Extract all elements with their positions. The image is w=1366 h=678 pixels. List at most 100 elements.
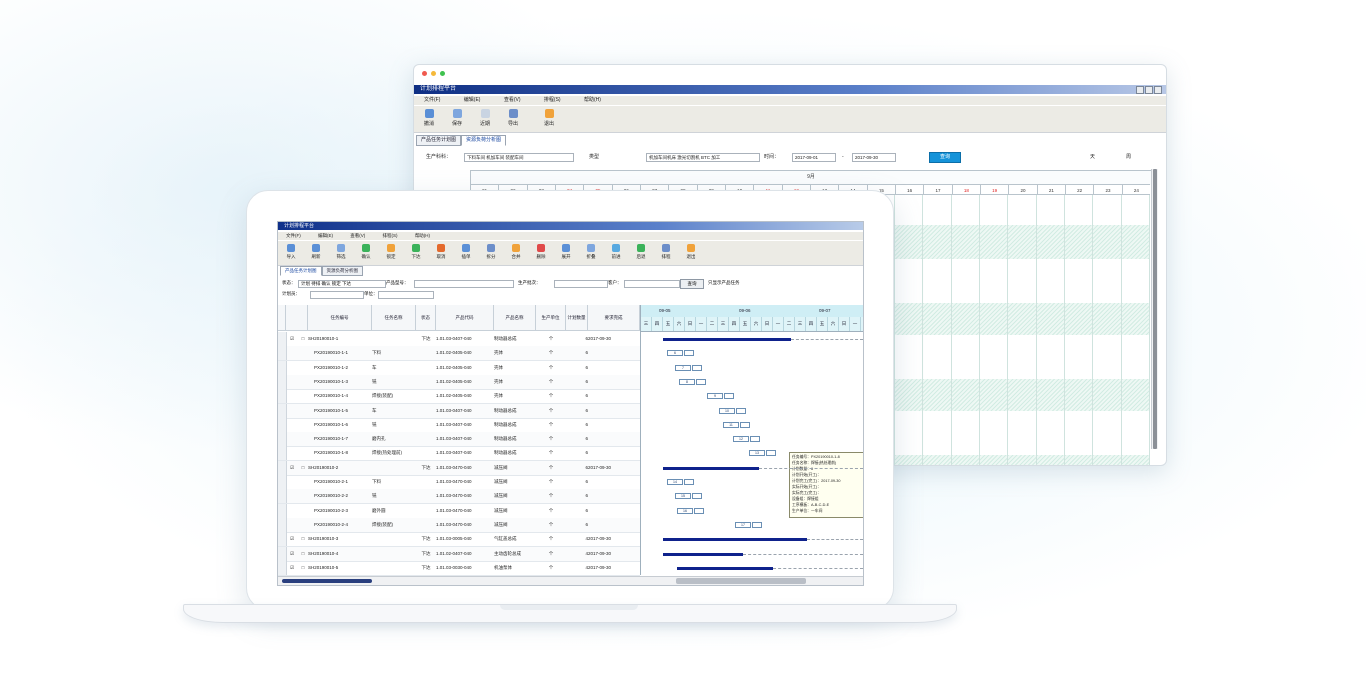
table-header-0[interactable] (286, 305, 308, 331)
toolbar-button-5[interactable]: 下达 (407, 244, 425, 260)
task-box[interactable]: 14 (667, 479, 683, 485)
task-box[interactable]: 8 (679, 378, 695, 385)
menu-help[interactable]: 帮助(H) (584, 97, 601, 103)
menu-file[interactable]: 文件(F) (424, 97, 440, 103)
summary-bar[interactable] (663, 338, 791, 341)
cell-expand[interactable]: □ (298, 547, 308, 561)
toolbar-button-16[interactable]: 退出 (682, 244, 700, 260)
toolbar-button-12[interactable]: 折叠 (582, 244, 600, 260)
task-box[interactable]: 10 (719, 407, 735, 414)
task-box[interactable]: 6 (667, 350, 683, 357)
toolbar-button-3[interactable]: 确认 (357, 244, 375, 260)
cell-check[interactable] (286, 504, 298, 518)
task-box[interactable]: 13 (749, 450, 765, 457)
scroll-thumb[interactable] (1153, 169, 1157, 449)
table-scroll-thumb[interactable] (282, 579, 372, 583)
table-row[interactable]: PX20190010-2-4 焊接(装配) 1.01.03-0470-040 减压阀 个… (278, 517, 640, 533)
cell-expand[interactable] (298, 489, 308, 503)
table-row[interactable]: PX20190010-1-4 焊接(装配) 1.01.02-0405-040 壳体 个 6 (278, 389, 640, 405)
close-dot-icon[interactable] (422, 71, 427, 76)
task-box[interactable]: 7 (675, 364, 691, 371)
day-option[interactable]: 天 (1090, 153, 1095, 162)
tab-resource-load[interactable]: 资源负荷分析图 (321, 266, 363, 276)
menu-edit[interactable]: 编辑(E) (464, 97, 481, 103)
cell-expand[interactable] (298, 375, 308, 389)
cell-check[interactable]: ☑ (286, 461, 298, 475)
toolbar-button-4[interactable]: 锁定 (382, 244, 400, 260)
table-header-2[interactable]: 任务名称 (372, 305, 416, 331)
toolbar-button-11[interactable]: 展开 (557, 244, 575, 260)
cell-check[interactable] (286, 346, 298, 360)
cell-check[interactable] (286, 489, 298, 503)
table-header-7[interactable]: 计划数量 (566, 305, 588, 331)
cell-expand[interactable] (298, 418, 308, 432)
vertical-scrollbar[interactable] (1151, 169, 1158, 449)
menu-schedule[interactable]: 排程(S) (383, 233, 398, 238)
table-row[interactable]: PX20190010-1-5 车 1.01.03-0407-040 制动器总成 个 6 (278, 403, 640, 419)
cell-expand[interactable]: □ (298, 461, 308, 475)
toolbar-button-13[interactable]: 前进 (607, 244, 625, 260)
maximize-dot-icon[interactable] (440, 71, 445, 76)
minimize-dot-icon[interactable] (431, 71, 436, 76)
table-row[interactable]: PX20190010-2-2 铣 1.01.03-0470-040 减压阀 个 6 (278, 489, 640, 505)
table-row[interactable]: PX20190010-1-8 焊接(热处理前) 1.01.03-0407-040 制动… (278, 446, 640, 462)
task-box[interactable]: 11 (723, 421, 739, 428)
status-field[interactable]: 计划 待排 确认 锁定 下达 (298, 280, 386, 288)
toolbar-button-15[interactable]: 排程 (657, 244, 675, 260)
task-box[interactable]: 17 (735, 521, 751, 528)
week-option[interactable]: 周 (1126, 153, 1131, 162)
table-row[interactable]: PX20190010-2-1 下料 1.01.03-0470-040 减压阀 个 6 (278, 475, 640, 490)
cell-check[interactable] (286, 418, 298, 432)
summary-bar[interactable] (677, 566, 773, 570)
planner-field[interactable] (310, 291, 364, 299)
cell-check[interactable]: ☑ (286, 332, 298, 346)
cell-check[interactable]: ☑ (286, 532, 298, 546)
cell-expand[interactable] (298, 361, 308, 375)
tab-resource-load[interactable]: 资源负荷分析图 (461, 135, 507, 146)
close-icon[interactable] (1154, 86, 1162, 94)
cell-expand[interactable] (298, 504, 308, 518)
task-box[interactable]: 16 (677, 507, 693, 514)
menu-help[interactable]: 帮助(H) (415, 233, 430, 238)
restore-icon[interactable] (1145, 86, 1153, 94)
toolbar-button-6[interactable]: 取消 (432, 244, 450, 260)
toolbar-button-10[interactable]: 删除 (532, 244, 550, 260)
product-field[interactable] (414, 280, 514, 288)
table-row[interactable]: PX20190010-2-3 磨外圆 1.01.03-0470-040 减压阀 个 6 (278, 503, 640, 519)
exit-button[interactable]: 退出 (538, 109, 560, 127)
cell-check[interactable] (286, 375, 298, 389)
cell-check[interactable] (286, 518, 298, 532)
table-row[interactable]: ☑ □ SH20190010-5 下达 1.01.03-0030-040 机油泵体 个 4 20… (278, 560, 640, 576)
table-row[interactable]: PX20190010-1-2 车 1.01.02-0405-040 壳体 个 6 (278, 360, 640, 376)
undo-button[interactable]: 撤消 (418, 109, 440, 127)
unit-field[interactable] (378, 291, 434, 299)
cell-expand[interactable] (298, 389, 308, 403)
date-to-field[interactable]: 2017-09-30 (852, 153, 896, 162)
task-box[interactable]: 9 (707, 393, 723, 400)
cell-check[interactable] (286, 475, 298, 489)
toolbar-button-2[interactable]: 筛选 (332, 244, 350, 260)
summary-bar[interactable] (663, 552, 743, 556)
menu-view[interactable]: 查看(V) (504, 97, 521, 103)
save-button[interactable]: 保存 (446, 109, 468, 127)
cell-expand[interactable] (298, 518, 308, 532)
only-product-option[interactable]: 只显示产品任务 (708, 278, 740, 287)
export-button[interactable]: 导出 (502, 109, 524, 127)
table-row[interactable]: ☑ □ SH20190010-3 下达 1.01.03-0005-040 气缸盖总成 个 4 2… (278, 532, 640, 548)
resource-field[interactable]: 下料车间 机加车间 装配车间 (464, 153, 574, 162)
table-row[interactable]: PX20190010-1-6 铣 1.01.03-0407-040 制动器总成 个 6 (278, 417, 640, 433)
cell-expand[interactable] (298, 404, 308, 418)
menu-view[interactable]: 查看(V) (350, 233, 365, 238)
cell-check[interactable] (286, 446, 298, 460)
cell-expand[interactable] (298, 346, 308, 360)
table-header-5[interactable]: 产品名称 (494, 305, 536, 331)
minimize-icon[interactable] (1136, 86, 1144, 94)
cell-expand[interactable]: □ (298, 332, 308, 346)
cell-expand[interactable] (298, 446, 308, 460)
cell-check[interactable] (286, 361, 298, 375)
cell-check[interactable]: ☑ (286, 561, 298, 575)
query-button[interactable]: 查询 (929, 152, 961, 163)
cell-expand[interactable] (298, 432, 308, 446)
table-row[interactable]: PX20190010-1-7 磨内孔 1.01.03-0407-040 制动器总成 个 6 (278, 432, 640, 448)
cell-check[interactable] (286, 432, 298, 446)
